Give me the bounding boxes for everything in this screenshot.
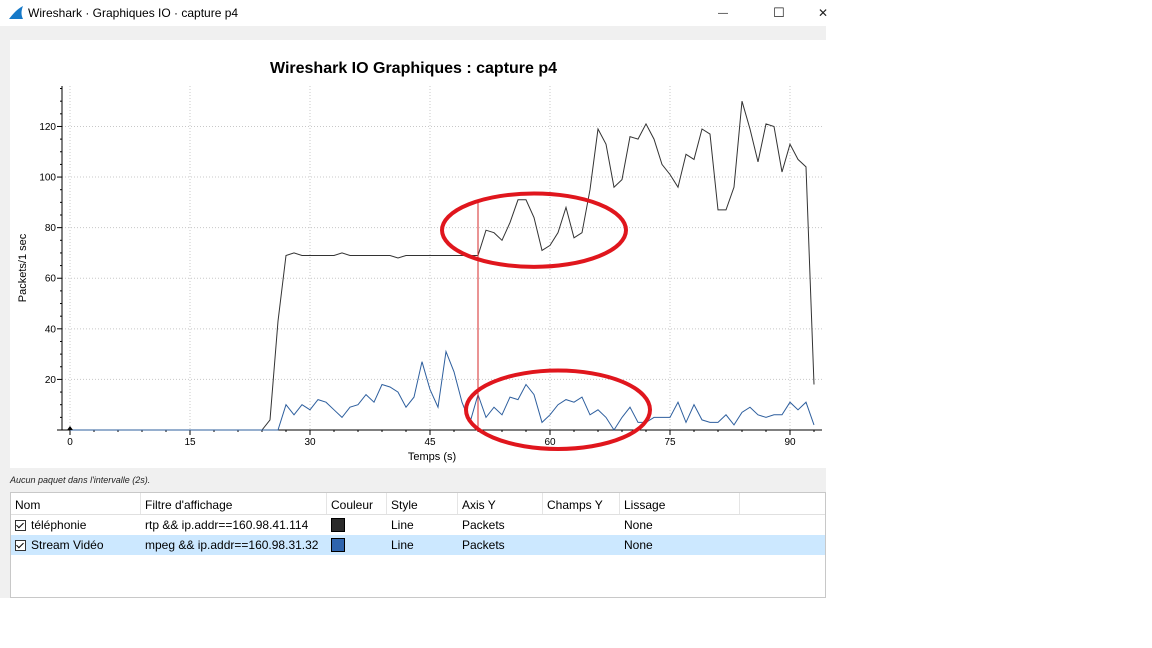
column-header-style[interactable]: Style xyxy=(387,493,458,514)
y-tick-label: 40 xyxy=(45,324,57,335)
table-row[interactable]: Stream Vidéo mpeg && ip.addr==160.98.31.… xyxy=(11,535,825,555)
x-tick-label: 15 xyxy=(184,437,196,448)
axis-y-value[interactable]: Packets xyxy=(458,515,543,535)
y-tick-label: 100 xyxy=(39,173,56,184)
smoothing-value[interactable]: None xyxy=(620,535,740,555)
y-tick-label: 20 xyxy=(45,375,57,386)
y-tick-label: 80 xyxy=(45,223,57,234)
x-tick-label: 75 xyxy=(664,437,676,448)
graph-series-table: Nom Filtre d'affichage Couleur Style Axi… xyxy=(10,492,826,598)
display-filter[interactable]: rtp && ip.addr==160.98.41.114 xyxy=(141,515,327,535)
field-y-value[interactable] xyxy=(543,535,620,555)
minimize-icon: — xyxy=(718,7,728,19)
axis-y-value[interactable]: Packets xyxy=(458,535,543,555)
field-y-value[interactable] xyxy=(543,515,620,535)
x-axis-label: Temps (s) xyxy=(408,451,456,463)
table-row[interactable]: téléphonie rtp && ip.addr==160.98.41.114… xyxy=(11,515,825,535)
y-axis-label: Packets/1 sec xyxy=(17,233,29,302)
table-header: Nom Filtre d'affichage Couleur Style Axi… xyxy=(11,493,825,515)
annotation-ellipse xyxy=(464,368,652,451)
maximize-icon: ☐ xyxy=(773,5,785,20)
line-style[interactable]: Line xyxy=(387,535,458,555)
color-swatch[interactable] xyxy=(331,538,345,552)
x-tick-label: 0 xyxy=(67,437,73,448)
maximize-button[interactable]: ☐ xyxy=(756,0,802,26)
io-graph-chart[interactable]: 0 15 30 45 60 75 90 20 40 60 80 100 120 Temps (s) Pack… xyxy=(10,40,826,468)
column-header-axis-y[interactable]: Axis Y xyxy=(458,493,543,514)
graph-title: Wireshark IO Graphiques : capture p4 xyxy=(270,60,558,77)
series-name: Stream Vidéo xyxy=(31,538,104,552)
column-header-smoothing[interactable]: Lissage xyxy=(620,493,740,514)
status-text: Aucun paquet dans l'intervalle (2s). xyxy=(10,475,151,485)
x-tick-label: 60 xyxy=(544,437,556,448)
y-tick-label: 120 xyxy=(39,122,56,133)
enable-checkbox[interactable] xyxy=(15,539,26,551)
enable-checkbox[interactable] xyxy=(15,519,26,531)
wireshark-fin-icon xyxy=(9,6,23,19)
column-header-filter[interactable]: Filtre d'affichage xyxy=(141,493,327,514)
color-swatch[interactable] xyxy=(331,518,345,532)
smoothing-value[interactable]: None xyxy=(620,515,740,535)
y-tick-label: 60 xyxy=(45,274,57,285)
display-filter[interactable]: mpeg && ip.addr==160.98.31.32 xyxy=(141,535,327,555)
series-line xyxy=(70,349,815,431)
io-graph-panel: 0 15 30 45 60 75 90 20 40 60 80 100 120 Temps (s) Pack… xyxy=(0,26,826,598)
window-title: Wireshark · Graphiques IO · capture p4 xyxy=(28,6,239,20)
column-header-field-y[interactable]: Champs Y xyxy=(543,493,620,514)
window-titlebar: Wireshark · Graphiques IO · capture p4 —… xyxy=(0,0,828,26)
minimize-button[interactable]: — xyxy=(700,0,746,26)
close-icon: ✕ xyxy=(817,6,829,20)
x-tick-label: 90 xyxy=(784,437,796,448)
column-header-name[interactable]: Nom xyxy=(11,493,141,514)
x-tick-label: 30 xyxy=(304,437,316,448)
close-button[interactable]: ✕ xyxy=(800,0,846,26)
plot-area[interactable]: 0 15 30 45 60 75 90 20 40 60 80 100 120 Temps (s) Pack… xyxy=(10,40,826,468)
line-style[interactable]: Line xyxy=(387,515,458,535)
annotation-ellipse xyxy=(440,191,628,269)
series-name: téléphonie xyxy=(31,518,87,532)
origin-marker xyxy=(67,426,73,430)
x-tick-label: 45 xyxy=(424,437,436,448)
column-header-color[interactable]: Couleur xyxy=(327,493,387,514)
